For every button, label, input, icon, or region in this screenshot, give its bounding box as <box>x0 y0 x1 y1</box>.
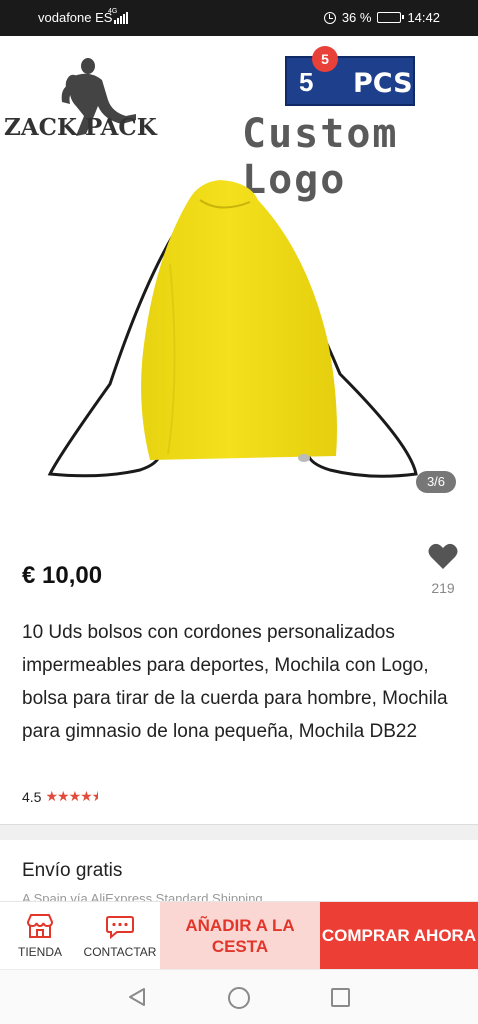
nav-recent-apps-icon[interactable] <box>331 988 350 1007</box>
battery-icon <box>377 12 405 23</box>
status-bar: vodafone ES 4G 36 % 14:42 <box>0 0 478 36</box>
pcs-number: 5 <box>299 67 314 97</box>
chat-icon <box>106 916 134 939</box>
shipping-subtitle: A Spain vía AliExpress Standard Shipping <box>22 891 263 901</box>
cart-count-badge: 5 <box>312 46 338 72</box>
product-title: 10 Uds bolsos con cordones personalizado… <box>22 622 448 742</box>
bottom-action-bar: TIENDA CONTACTAR AÑADIR A LA CESTA COMPR… <box>0 901 478 970</box>
nav-back-icon[interactable] <box>126 986 148 1008</box>
arrow-left-icon <box>27 64 50 84</box>
star-rating-icon: ★★★★★ <box>45 788 97 804</box>
store-label: TIENDA <box>17 945 62 959</box>
contact-button[interactable]: CONTACTAR <box>80 902 160 970</box>
product-rating[interactable]: 4.5 ★★★★★ <box>22 788 98 805</box>
back-button[interactable] <box>22 58 54 90</box>
clock: 14:42 <box>407 10 440 25</box>
nav-home-icon[interactable] <box>228 987 250 1009</box>
contact-label: CONTACTAR <box>83 945 157 959</box>
shipping-title[interactable]: Envío gratis <box>22 860 122 882</box>
rating-value: 4.5 <box>22 788 42 805</box>
pcs-label: PCS <box>353 68 413 99</box>
image-page-indicator: 3/6 <box>416 471 456 493</box>
add-to-cart-button[interactable]: AÑADIR A LA CESTA <box>160 902 320 970</box>
store-button[interactable]: TIENDA <box>0 902 80 970</box>
product-image-gallery[interactable]: ZACK PACK 5 PCS 5 Custom Logo 3/6 <box>0 36 478 512</box>
wishlist-count: 219 <box>431 580 455 596</box>
product-image-bag <box>47 180 418 478</box>
section-divider <box>0 824 478 840</box>
alarm-icon <box>323 11 336 24</box>
heart-icon[interactable] <box>428 542 458 570</box>
signal-icon <box>114 12 128 24</box>
product-price: € 10,00 <box>22 562 103 589</box>
buy-now-button[interactable]: COMPRAR AHORA <box>320 902 478 970</box>
pcs-banner: 5 PCS <box>285 56 415 106</box>
battery-percent: 36 % <box>341 10 372 25</box>
more-options-button[interactable] <box>446 60 454 88</box>
store-icon <box>26 914 54 938</box>
carrier-name: vodafone ES <box>38 10 113 25</box>
system-navigation-bar <box>0 969 478 1024</box>
brand-text: ZACK PACK <box>4 114 157 141</box>
